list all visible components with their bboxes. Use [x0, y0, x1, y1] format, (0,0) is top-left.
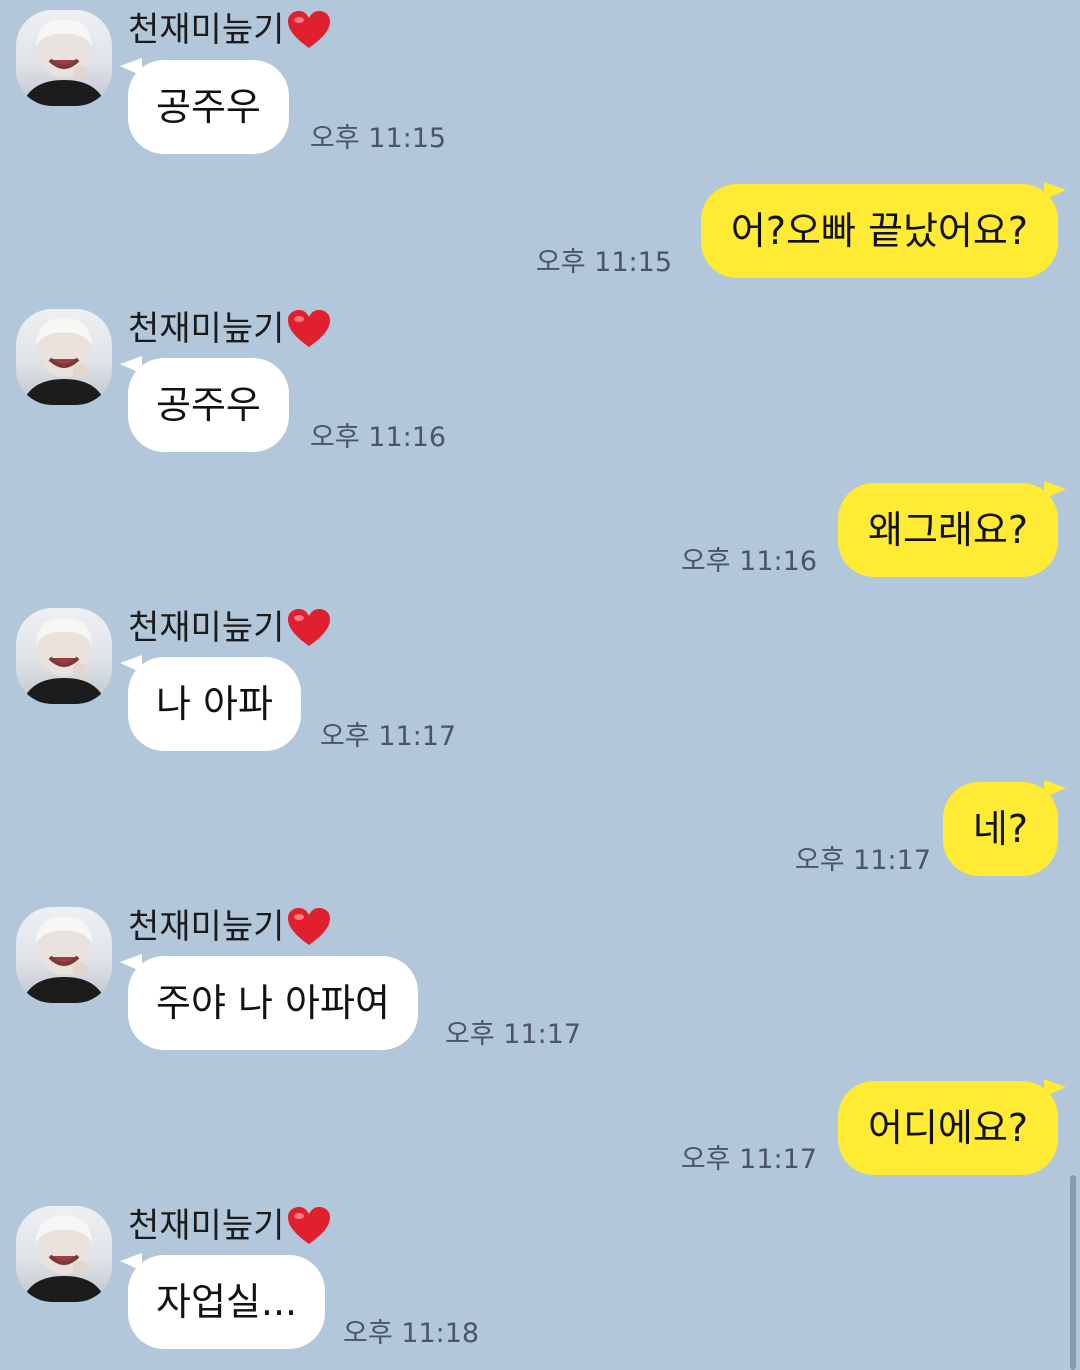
- red-heart-icon: [288, 310, 331, 347]
- red-heart-icon: [288, 1207, 331, 1244]
- message-text: 네?: [972, 807, 1028, 851]
- message-timestamp: 오후 11:18: [343, 1318, 480, 1349]
- profile-photo-icon: [22, 617, 106, 704]
- outgoing-message-bubble[interactable]: 네?: [942, 782, 1058, 876]
- sender-name: 천재미늪기: [128, 309, 332, 349]
- outgoing-message-bubble[interactable]: 어디에요?: [837, 1081, 1058, 1175]
- message-text: 나 아파: [156, 682, 273, 726]
- incoming-message-bubble[interactable]: 주야 나 아파여: [128, 956, 418, 1050]
- message-timestamp: 오후 11:17: [320, 721, 457, 752]
- message-timestamp: 오후 11:16: [310, 422, 447, 453]
- red-heart-icon: [288, 11, 331, 48]
- incoming-message-bubble[interactable]: 자업실...: [128, 1255, 326, 1349]
- profile-photo-icon: [22, 916, 106, 1003]
- profile-photo-icon: [22, 318, 106, 405]
- profile-photo-icon: [22, 19, 106, 106]
- message-timestamp: 오후 11:15: [310, 123, 447, 154]
- sender-avatar[interactable]: [16, 10, 112, 106]
- sender-name-text: 천재미늪기: [128, 309, 285, 349]
- message-text: 왜그래요?: [867, 508, 1028, 552]
- message-text: 자업실...: [156, 1280, 298, 1324]
- message-timestamp: 오후 11:17: [680, 1144, 817, 1175]
- incoming-message-bubble[interactable]: 나 아파: [128, 657, 301, 751]
- red-heart-icon: [288, 609, 331, 646]
- sender-name-text: 천재미늪기: [128, 608, 285, 648]
- sender-name-text: 천재미늪기: [128, 1206, 285, 1246]
- message-timestamp: 오후 11:17: [445, 1019, 582, 1050]
- sender-name-text: 천재미늪기: [128, 10, 285, 50]
- profile-photo-icon: [22, 1215, 106, 1302]
- chat-area[interactable]: 천재미늪기 공주우 오후 11:15 어?오빠 끝났어요? 오후 11:15 천…: [0, 0, 1080, 1370]
- sender-name: 천재미늪기: [128, 608, 332, 648]
- sender-name-text: 천재미늪기: [128, 907, 285, 947]
- outgoing-message-bubble[interactable]: 왜그래요?: [837, 483, 1058, 577]
- sender-name: 천재미늪기: [128, 10, 332, 50]
- incoming-message-bubble[interactable]: 공주우: [128, 60, 289, 154]
- message-text: 어디에요?: [867, 1106, 1028, 1150]
- message-text: 공주우: [156, 85, 261, 129]
- sender-avatar[interactable]: [16, 309, 112, 405]
- message-timestamp: 오후 11:17: [794, 845, 931, 876]
- sender-name: 천재미늪기: [128, 1206, 332, 1246]
- message-text: 주야 나 아파여: [156, 981, 390, 1025]
- message-timestamp: 오후 11:15: [535, 247, 672, 278]
- incoming-message-bubble[interactable]: 공주우: [128, 358, 289, 452]
- message-timestamp: 오후 11:16: [680, 546, 817, 577]
- sender-avatar[interactable]: [16, 907, 112, 1003]
- sender-avatar[interactable]: [16, 1206, 112, 1302]
- sender-name: 천재미늪기: [128, 907, 332, 947]
- red-heart-icon: [288, 908, 331, 945]
- scrollbar[interactable]: [1070, 1175, 1076, 1370]
- message-text: 공주우: [156, 383, 261, 427]
- message-text: 어?오빠 끝났어요?: [730, 209, 1028, 253]
- sender-avatar[interactable]: [16, 608, 112, 704]
- outgoing-message-bubble[interactable]: 어?오빠 끝났어요?: [700, 184, 1058, 278]
